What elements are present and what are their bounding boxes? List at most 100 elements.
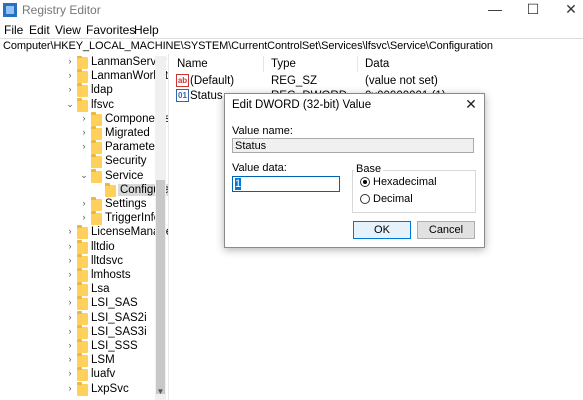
expand-arrow-icon[interactable]: › xyxy=(66,354,74,364)
address-path[interactable]: Computer\HKEY_LOCAL_MACHINE\SYSTEM\Curre… xyxy=(3,40,493,52)
tree-item-label: LSI_SAS xyxy=(91,297,138,310)
cancel-button[interactable]: Cancel xyxy=(417,221,475,239)
expand-arrow-icon[interactable]: › xyxy=(66,340,74,350)
base-label: Base xyxy=(354,163,384,175)
tree-item-label: Service xyxy=(105,169,144,182)
folder-icon xyxy=(91,197,102,211)
expand-arrow-icon[interactable]: › xyxy=(66,383,74,393)
expand-arrow-icon[interactable]: › xyxy=(66,297,74,307)
expand-arrow-icon[interactable]: › xyxy=(66,56,74,66)
tree-scrollbar[interactable]: ▼ xyxy=(155,56,166,400)
decimal-label[interactable]: Decimal xyxy=(373,193,413,205)
menu-help[interactable]: Help xyxy=(134,23,159,37)
column-header-data[interactable]: Data xyxy=(365,58,389,70)
menu-favorites[interactable]: Favorites xyxy=(86,23,135,37)
key-tree: ›LanmanServer›LanmanWorkstation›ldap⌄lfs… xyxy=(0,56,168,400)
column-header-name[interactable]: Name xyxy=(177,58,208,70)
folder-icon xyxy=(77,97,88,112)
column-header-type[interactable]: Type xyxy=(271,58,296,70)
tree-item-label: ldap xyxy=(91,84,113,97)
value-type: REG_SZ xyxy=(271,75,318,87)
tree-item-label: LSM xyxy=(91,354,115,367)
ok-button[interactable]: OK xyxy=(353,221,411,239)
expand-arrow-icon[interactable]: › xyxy=(80,113,88,123)
decimal-radio[interactable] xyxy=(360,194,370,204)
expand-arrow-icon[interactable]: › xyxy=(80,198,88,208)
maximize-button[interactable]: ☐ xyxy=(513,0,553,20)
window-title: Registry Editor xyxy=(22,3,101,17)
tree-item-label: LSI_SAS3i xyxy=(91,325,147,338)
expand-arrow-icon[interactable]: › xyxy=(66,255,74,265)
folder-icon xyxy=(77,282,88,297)
tree-item-label: lmhosts xyxy=(91,269,131,281)
expand-arrow-icon[interactable]: › xyxy=(80,212,88,222)
menu-file[interactable]: File xyxy=(4,23,23,37)
edit-dword-dialog: Edit DWORD (32-bit) Value ✕ Value name: … xyxy=(224,93,485,248)
expand-arrow-icon[interactable]: › xyxy=(66,70,74,80)
collapse-arrow-icon[interactable]: ⌄ xyxy=(66,99,74,110)
tree-item-label: luafv xyxy=(91,368,116,381)
expand-arrow-icon[interactable]: › xyxy=(66,326,74,336)
menu-view[interactable]: View xyxy=(55,23,81,37)
tree-item-label: lfsvc xyxy=(91,98,114,111)
value-data-label: Value data: xyxy=(232,162,287,174)
address-bar[interactable]: Computer\HKEY_LOCAL_MACHINE\SYSTEM\Curre… xyxy=(0,38,583,55)
expand-arrow-icon[interactable]: › xyxy=(66,226,74,236)
column-separator[interactable] xyxy=(263,56,264,72)
folder-icon xyxy=(91,140,102,155)
hexadecimal-radio[interactable] xyxy=(360,177,370,187)
expand-arrow-icon[interactable]: › xyxy=(66,269,74,279)
folder-icon xyxy=(77,324,88,339)
tree-item-label: LSI_SAS2i xyxy=(91,311,147,324)
value-data: (value not set) xyxy=(365,75,438,87)
title-bar: Registry Editor — ☐ ✕ xyxy=(0,0,583,20)
folder-icon xyxy=(77,310,88,325)
expand-arrow-icon[interactable]: › xyxy=(66,283,74,293)
dword-value-icon: 01 xyxy=(176,89,189,102)
tree-item-label: Migrated xyxy=(105,127,150,139)
value-name-label: Value name: xyxy=(232,125,293,137)
tree-item-label: TriggerInfo xyxy=(105,212,161,225)
dialog-close-button[interactable]: ✕ xyxy=(461,95,481,113)
registry-editor-icon xyxy=(3,3,17,17)
expand-arrow-icon[interactable]: › xyxy=(66,368,74,378)
pane-splitter[interactable] xyxy=(168,54,169,400)
tree-item-label: LxpSvc xyxy=(91,382,129,395)
folder-icon xyxy=(91,126,102,140)
expand-arrow-icon[interactable]: › xyxy=(66,84,74,94)
folder-icon xyxy=(77,353,88,368)
menu-edit[interactable]: Edit xyxy=(29,23,50,37)
folder-icon xyxy=(77,56,88,69)
value-name[interactable]: Status xyxy=(190,90,223,102)
hexadecimal-label[interactable]: Hexadecimal xyxy=(373,176,437,188)
string-value-icon: ab xyxy=(176,74,189,87)
folder-icon xyxy=(91,211,102,226)
folder-icon xyxy=(91,111,102,126)
minimize-button[interactable]: — xyxy=(475,0,515,20)
folder-icon xyxy=(77,381,88,396)
expand-arrow-icon[interactable]: › xyxy=(66,241,74,251)
folder-icon xyxy=(77,296,88,311)
scroll-thumb[interactable] xyxy=(156,180,165,394)
collapse-arrow-icon[interactable]: ⌄ xyxy=(80,170,88,181)
scroll-down-arrow[interactable]: ▼ xyxy=(155,386,166,398)
menu-bar: File Edit View Favorites Help xyxy=(0,20,583,38)
folder-icon xyxy=(77,367,88,382)
expand-arrow-icon[interactable]: › xyxy=(80,141,88,151)
expand-arrow-icon[interactable]: › xyxy=(80,127,88,137)
folder-icon xyxy=(91,168,102,183)
tree-item-label: lltdsvc xyxy=(91,254,123,267)
expand-arrow-icon[interactable]: › xyxy=(66,312,74,322)
folder-icon xyxy=(77,239,88,254)
folder-icon xyxy=(105,182,116,197)
value-name-field: Status xyxy=(232,138,474,153)
folder-icon xyxy=(77,253,88,268)
value-data-text: 1 xyxy=(235,178,242,190)
value-data-input[interactable]: 1 xyxy=(232,176,340,192)
column-separator[interactable] xyxy=(357,56,358,72)
close-window-button[interactable]: ✕ xyxy=(551,0,583,20)
tree-item-label: LSI_SSS xyxy=(91,340,138,352)
value-name[interactable]: (Default) xyxy=(190,75,234,87)
folder-icon xyxy=(77,225,88,240)
tree-item-label: Security xyxy=(105,155,147,168)
